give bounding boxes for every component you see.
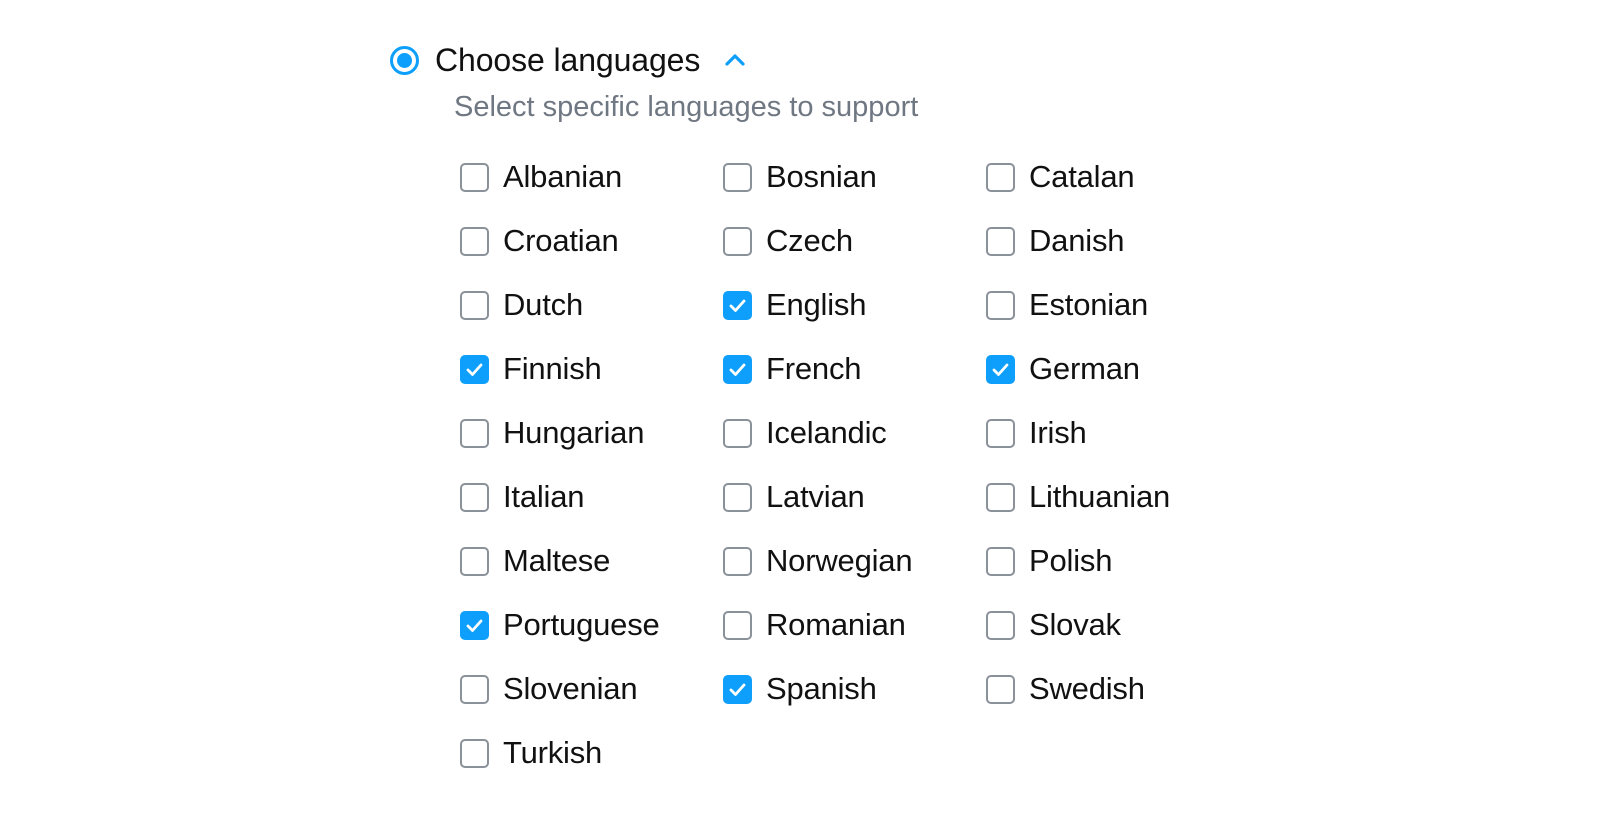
checkbox-unchecked-icon[interactable] <box>460 162 489 192</box>
checkbox-unchecked-icon[interactable] <box>723 546 752 576</box>
language-checkbox-row[interactable]: Finnish <box>460 352 723 386</box>
language-checkbox-row[interactable]: Turkish <box>460 736 723 770</box>
language-label: German <box>1029 351 1140 386</box>
language-label: Slovak <box>1029 607 1121 642</box>
language-label: English <box>766 287 867 322</box>
language-checkbox-row[interactable]: Italian <box>460 480 723 514</box>
language-label: Turkish <box>503 735 603 770</box>
checkbox-checked-icon[interactable] <box>460 354 489 384</box>
language-label: Slovenian <box>503 671 638 706</box>
language-label: Hungarian <box>503 415 645 450</box>
language-checkbox-row[interactable]: Croatian <box>460 224 723 258</box>
language-label: Spanish <box>766 671 877 706</box>
language-label: Croatian <box>503 223 619 258</box>
page-subtitle: Select specific languages to support <box>454 91 919 123</box>
choose-languages-header[interactable]: Choose languages <box>390 42 750 78</box>
language-checkbox-grid: Albanian Bosnian Catalan Croatian Czech Danis… <box>460 160 1320 800</box>
language-checkbox-row[interactable]: Lithuanian <box>986 480 1249 514</box>
language-label: Finnish <box>503 351 602 386</box>
checkbox-unchecked-icon[interactable] <box>986 546 1015 576</box>
language-checkbox-row[interactable]: Estonian <box>986 288 1249 322</box>
language-checkbox-row[interactable]: Dutch <box>460 288 723 322</box>
checkbox-unchecked-icon[interactable] <box>986 674 1015 704</box>
language-checkbox-row[interactable]: Czech <box>723 224 986 258</box>
chevron-up-icon[interactable] <box>720 45 750 75</box>
checkbox-checked-icon[interactable] <box>723 354 752 384</box>
checkbox-unchecked-icon[interactable] <box>460 738 489 768</box>
choose-languages-radio[interactable] <box>390 45 419 75</box>
language-checkbox-row[interactable]: Latvian <box>723 480 986 514</box>
language-checkbox-row[interactable]: Maltese <box>460 544 723 578</box>
checkbox-unchecked-icon[interactable] <box>460 290 489 320</box>
radio-inner-dot <box>397 52 412 68</box>
language-checkbox-row[interactable]: Romanian <box>723 608 986 642</box>
language-label: Bosnian <box>766 159 877 194</box>
language-label: Icelandic <box>766 415 887 450</box>
checkbox-unchecked-icon[interactable] <box>986 418 1015 448</box>
language-label: Maltese <box>503 543 611 578</box>
language-checkbox-row[interactable]: Danish <box>986 224 1249 258</box>
language-label: Italian <box>503 479 585 514</box>
language-label: Estonian <box>1029 287 1149 322</box>
language-checkbox-row[interactable]: Icelandic <box>723 416 986 450</box>
checkbox-unchecked-icon[interactable] <box>723 418 752 448</box>
language-selection-panel: Choose languages Select specific languag… <box>0 0 1620 840</box>
language-checkbox-row[interactable]: Polish <box>986 544 1249 578</box>
language-label: Catalan <box>1029 159 1135 194</box>
checkbox-checked-icon[interactable] <box>723 290 752 320</box>
checkbox-checked-icon[interactable] <box>986 354 1015 384</box>
language-label: Albanian <box>503 159 623 194</box>
checkbox-unchecked-icon[interactable] <box>460 674 489 704</box>
language-label: Norwegian <box>766 543 913 578</box>
language-checkbox-row[interactable]: Slovak <box>986 608 1249 642</box>
checkbox-unchecked-icon[interactable] <box>986 290 1015 320</box>
language-checkbox-row[interactable]: Irish <box>986 416 1249 450</box>
checkbox-checked-icon[interactable] <box>723 674 752 704</box>
checkbox-unchecked-icon[interactable] <box>460 482 489 512</box>
language-label: Lithuanian <box>1029 479 1171 514</box>
language-checkbox-row[interactable]: Swedish <box>986 672 1249 706</box>
language-checkbox-row[interactable]: Portuguese <box>460 608 723 642</box>
language-checkbox-row[interactable]: Catalan <box>986 160 1249 194</box>
language-checkbox-row[interactable]: Norwegian <box>723 544 986 578</box>
language-label: Polish <box>1029 543 1113 578</box>
checkbox-unchecked-icon[interactable] <box>723 226 752 256</box>
checkbox-unchecked-icon[interactable] <box>986 162 1015 192</box>
language-checkbox-row[interactable]: Spanish <box>723 672 986 706</box>
checkbox-unchecked-icon[interactable] <box>723 610 752 640</box>
language-checkbox-row[interactable]: French <box>723 352 986 386</box>
language-label: Portuguese <box>503 607 660 642</box>
checkbox-unchecked-icon[interactable] <box>986 610 1015 640</box>
checkbox-unchecked-icon[interactable] <box>723 162 752 192</box>
language-checkbox-row[interactable]: Bosnian <box>723 160 986 194</box>
language-label: Irish <box>1029 415 1087 450</box>
language-label: Swedish <box>1029 671 1145 706</box>
language-label: Romanian <box>766 607 906 642</box>
language-label: Dutch <box>503 287 583 322</box>
language-label: Czech <box>766 223 853 258</box>
language-checkbox-row[interactable]: Hungarian <box>460 416 723 450</box>
checkbox-unchecked-icon[interactable] <box>986 482 1015 512</box>
checkbox-unchecked-icon[interactable] <box>986 226 1015 256</box>
language-checkbox-row[interactable]: Slovenian <box>460 672 723 706</box>
language-checkbox-row[interactable]: English <box>723 288 986 322</box>
checkbox-unchecked-icon[interactable] <box>460 546 489 576</box>
language-checkbox-row[interactable]: Albanian <box>460 160 723 194</box>
language-label: Danish <box>1029 223 1125 258</box>
checkbox-unchecked-icon[interactable] <box>723 482 752 512</box>
page-title: Choose languages <box>435 42 701 78</box>
language-label: Latvian <box>766 479 865 514</box>
checkbox-checked-icon[interactable] <box>460 610 489 640</box>
checkbox-unchecked-icon[interactable] <box>460 226 489 256</box>
checkbox-unchecked-icon[interactable] <box>460 418 489 448</box>
language-label: French <box>766 351 862 386</box>
language-checkbox-row[interactable]: German <box>986 352 1249 386</box>
